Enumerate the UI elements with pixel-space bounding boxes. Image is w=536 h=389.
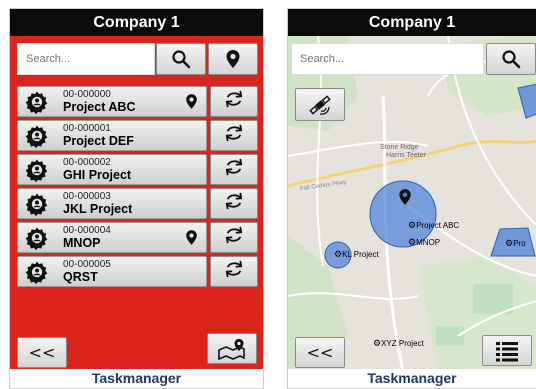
project-name: QRST — [63, 270, 98, 284]
sync-icon — [223, 158, 245, 181]
project-name: GHI Project — [63, 168, 132, 182]
sync-button[interactable] — [210, 222, 258, 253]
project-id: 00-000002 — [63, 157, 111, 168]
map-back-button[interactable]: << — [295, 337, 345, 368]
sync-button[interactable] — [210, 256, 258, 287]
gear-icon — [25, 90, 49, 115]
title-bar: Company 1 — [288, 9, 536, 36]
marker-xyz-project[interactable]: ⚙XYZ Project — [373, 338, 424, 349]
project-row[interactable]: 00-000005 QRST — [17, 256, 207, 287]
project-id: 00-000003 — [63, 191, 111, 202]
marker-kl-project[interactable]: ⚙KL Project — [334, 249, 379, 260]
place-label-stone-ridge: Stone Ridge — [380, 144, 419, 151]
search-input[interactable] — [17, 43, 155, 75]
list-view-button[interactable] — [482, 335, 532, 366]
list-icon — [496, 341, 518, 361]
location-pin-icon — [399, 189, 411, 205]
project-id: 00-000004 — [63, 225, 111, 236]
search-button[interactable] — [156, 43, 206, 75]
project-row[interactable]: 00-000000 Project ABC — [17, 86, 207, 117]
project-id: 00-000005 — [63, 259, 111, 270]
project-name: MNOP — [63, 236, 101, 250]
gear-icon: ⚙ — [408, 220, 417, 230]
title-bar: Company 1 — [10, 9, 263, 36]
company-title: Company 1 — [368, 14, 456, 31]
project-name: Project DEF — [63, 134, 134, 148]
sync-button[interactable] — [210, 86, 258, 117]
sync-button[interactable] — [210, 188, 258, 219]
app-name: Taskmanager — [367, 370, 457, 386]
gear-icon: ⚙ — [373, 338, 382, 348]
sync-icon — [223, 226, 245, 249]
gear-icon — [25, 192, 49, 217]
sync-icon — [223, 192, 245, 215]
gear-icon: ⚙ — [408, 237, 417, 247]
map-search-button[interactable] — [486, 43, 536, 75]
company-title: Company 1 — [93, 14, 180, 31]
back-button[interactable]: << — [17, 337, 67, 368]
sync-button[interactable] — [210, 120, 258, 151]
location-pin-icon — [226, 50, 240, 68]
map-screen: Company 1 Search... Stone Ridge Harris T… — [287, 8, 536, 389]
map-view[interactable]: Stone Ridge Harris Teeter Fall Cedars Pk… — [288, 36, 536, 371]
gear-icon: ⚙ — [334, 249, 343, 259]
project-row[interactable]: 00-000004 MNOP — [17, 222, 207, 253]
sync-icon — [223, 124, 245, 147]
footer: Taskmanager — [288, 369, 536, 388]
project-id: 00-000001 — [63, 123, 111, 134]
project-row[interactable]: 00-000003 JKL Project — [17, 188, 207, 219]
map-search-input[interactable] — [291, 43, 484, 75]
footer: Taskmanager — [10, 369, 263, 388]
satellite-icon — [309, 94, 331, 115]
app-name: Taskmanager — [91, 370, 182, 386]
project-name: JKL Project — [63, 202, 133, 216]
marker-project-abc[interactable]: ⚙Project ABC — [408, 220, 459, 231]
location-pin-icon — [185, 229, 198, 251]
location-pin-icon — [185, 93, 198, 115]
map-view-button[interactable] — [207, 333, 257, 364]
project-list-panel: 00-000000Project ABC00-000001Project DEF… — [10, 36, 263, 371]
project-row[interactable]: 00-000001 Project DEF — [17, 120, 207, 151]
sync-button[interactable] — [210, 154, 258, 185]
sync-icon — [223, 260, 245, 283]
marker-mnop[interactable]: ⚙MNOP — [408, 237, 440, 248]
back-label: << — [28, 343, 56, 362]
marker-partial-project[interactable]: ⚙Pro — [505, 238, 526, 249]
gear-icon — [25, 124, 49, 149]
satellite-toggle-button[interactable] — [295, 88, 345, 121]
project-name: Project ABC — [63, 100, 136, 114]
search-icon — [502, 50, 521, 69]
gear-icon — [25, 260, 49, 285]
search-icon — [172, 50, 191, 69]
project-id: 00-000000 — [63, 89, 111, 100]
gear-icon — [25, 226, 49, 251]
gear-icon — [25, 158, 49, 183]
map-pin-icon — [218, 338, 245, 360]
back-label: << — [306, 343, 334, 362]
gear-icon: ⚙ — [505, 238, 514, 248]
sync-icon — [223, 90, 245, 113]
place-label-harris-teeter: Harris Teeter — [386, 152, 426, 159]
location-button[interactable] — [208, 43, 258, 75]
map-background — [288, 36, 536, 371]
project-row[interactable]: 00-000002 GHI Project — [17, 154, 207, 185]
list-screen: Company 1 00-000000Project ABC00-000001P… — [9, 8, 264, 389]
